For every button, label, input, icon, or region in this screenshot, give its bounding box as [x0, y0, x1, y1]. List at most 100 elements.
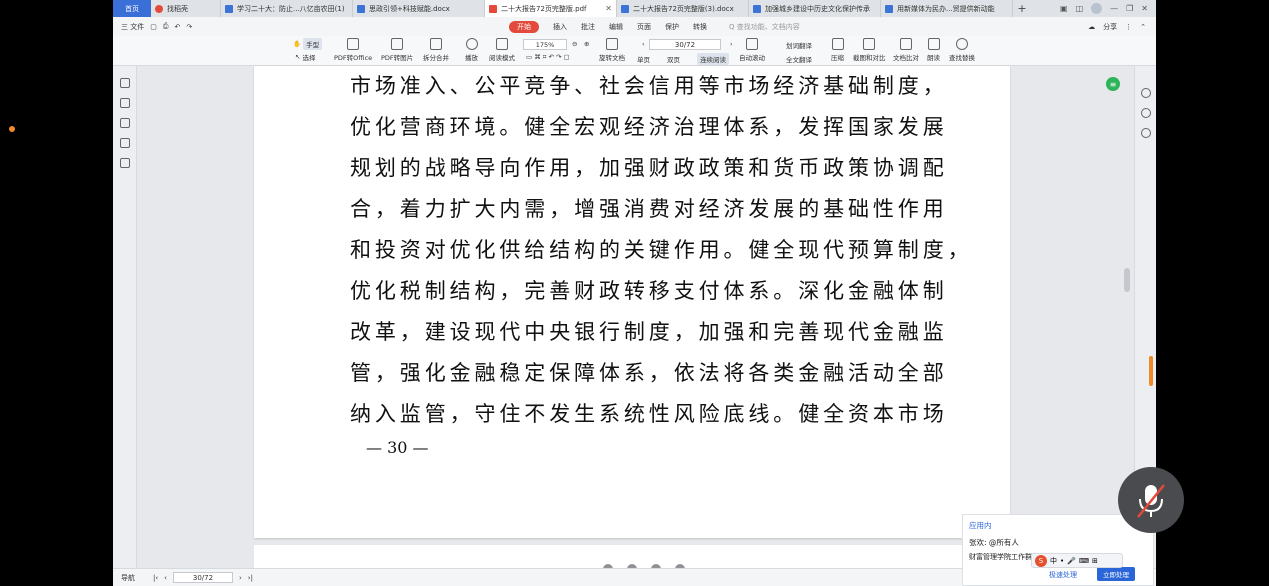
first-page-icon[interactable]: |‹: [153, 574, 158, 582]
grid-icon[interactable]: ⊞: [1092, 557, 1098, 565]
pdf-page: 市场准入、公平竞争、社会信用等市场经济基础制度， 优化营商环境。健全宏观经济治理…: [254, 66, 1010, 538]
tab-find-docer[interactable]: 找稻壳: [151, 0, 221, 17]
wps-icon: [155, 4, 163, 13]
restore-icon[interactable]: ❐: [1126, 4, 1133, 13]
page-input[interactable]: 30/72: [649, 39, 721, 50]
undo-icon[interactable]: ↶: [174, 23, 180, 31]
screenshot-compare-button[interactable]: 截图和对比: [853, 38, 886, 62]
tab-pdf-active[interactable]: 二十大报告72页完整版.pdf ✕: [485, 0, 617, 17]
prev-page-icon[interactable]: ‹: [639, 39, 648, 49]
word-translate-button[interactable]: 划词翻译: [783, 39, 815, 51]
attachment-icon[interactable]: [120, 138, 130, 148]
close-icon[interactable]: ✕: [605, 4, 612, 13]
compress-button[interactable]: 压缩: [831, 38, 844, 62]
doc-compare-button[interactable]: 文档比对: [893, 38, 919, 62]
tab-doc-2[interactable]: 思政引领+科技赋能.docx: [353, 0, 485, 17]
mic-muted-button[interactable]: [1118, 467, 1184, 533]
share-button[interactable]: 分享: [1103, 22, 1117, 32]
view-icon[interactable]: ◫: [1076, 4, 1084, 13]
read-mode-button[interactable]: 阅读模式: [489, 38, 515, 62]
full-translate-button[interactable]: 全文翻译: [783, 53, 815, 65]
hand-icon: ✋: [293, 40, 302, 48]
speaker-icon: [927, 38, 940, 50]
file-menu[interactable]: 三 文件: [121, 22, 144, 32]
menu-edit[interactable]: 编辑: [609, 22, 623, 32]
pdf-to-image-button[interactable]: PDF转图片: [381, 38, 413, 62]
doc-icon: [753, 4, 761, 13]
close-window-icon[interactable]: ✕: [1141, 4, 1148, 13]
status-page-input[interactable]: 30/72: [172, 572, 233, 583]
wps-pdf-window: 首页 找稻壳 学习二十大：防止...八亿亩农田(1) 思政引领+科技赋能.doc…: [113, 0, 1156, 586]
menu-convert[interactable]: 转换: [693, 22, 707, 32]
search-input[interactable]: Q 查找功能、文档内容: [729, 22, 800, 32]
tab-doc-3[interactable]: 二十大报告72页完整版(3).docx: [617, 0, 749, 17]
split-merge-button[interactable]: 拆分合并: [423, 38, 449, 62]
handle-now-button[interactable]: 立即处理: [1097, 567, 1135, 581]
layout-icon[interactable]: ▣: [1060, 4, 1068, 13]
quick-handle-link[interactable]: 极速处理: [1049, 570, 1077, 580]
menu-annotate[interactable]: 批注: [581, 22, 595, 32]
read-aloud-button[interactable]: 朗读: [927, 38, 940, 62]
punct-icon[interactable]: •: [1060, 557, 1064, 565]
zoom-in-icon[interactable]: ⊕: [581, 39, 592, 49]
nav-button[interactable]: 导航: [121, 573, 135, 583]
last-page-icon[interactable]: ›|: [248, 574, 253, 582]
prev-page-icon[interactable]: ‹: [164, 574, 167, 582]
select-tool-button[interactable]: ↖ 选择: [295, 52, 315, 62]
tab-home[interactable]: 首页: [113, 0, 151, 17]
sogou-icon[interactable]: S: [1035, 554, 1047, 567]
minimize-icon[interactable]: —: [1110, 4, 1118, 13]
tab-doc-4[interactable]: 加强城乡建设中历史文化保护传承: [749, 0, 881, 17]
menu-page[interactable]: 页面: [637, 22, 651, 32]
convert-icon: [347, 38, 360, 50]
assistant-icon[interactable]: ≡: [1106, 77, 1120, 91]
print-icon[interactable]: ⎙: [163, 22, 169, 31]
scrollbar-thumb[interactable]: [1124, 268, 1130, 292]
menu-protect[interactable]: 保护: [665, 22, 679, 32]
annotation-tools[interactable]: ▭ ⌘ ⌗ ↶ ↷ ▢: [523, 52, 573, 63]
hand-tool-button[interactable]: ✋ 手型: [293, 38, 323, 50]
filter-icon[interactable]: [1141, 128, 1151, 138]
tab-doc-5[interactable]: 用新媒体为民办...贸提供新动能: [881, 0, 1013, 17]
save-icon[interactable]: ▢: [150, 23, 157, 31]
next-page-icon[interactable]: ›: [727, 39, 736, 49]
rotate-button[interactable]: 旋转文档: [599, 38, 625, 62]
thumbnail-icon[interactable]: [120, 98, 130, 108]
settings-icon[interactable]: [1141, 108, 1151, 118]
doc-icon: [357, 4, 365, 13]
search-icon: [956, 38, 968, 50]
keyboard-icon[interactable]: ⌨: [1079, 557, 1089, 565]
mic-small-icon[interactable]: 🎤: [1067, 557, 1076, 565]
mic-off-icon: [1137, 484, 1165, 518]
zoom-out-icon[interactable]: ⊖: [569, 39, 580, 49]
find-replace-button[interactable]: 查找替换: [949, 38, 975, 62]
pdf-to-office-button[interactable]: PDF转Office: [334, 38, 372, 62]
doc-icon: [225, 4, 233, 13]
continuous-read-button[interactable]: 连续阅读: [697, 53, 729, 65]
left-sidebar: [113, 66, 137, 568]
bookmark-icon[interactable]: [120, 78, 130, 88]
stamp-icon[interactable]: [120, 158, 130, 168]
next-page-icon[interactable]: ›: [239, 574, 242, 582]
text-line: 管，强化金融稳定保障体系，依法将各类金融活动全部: [350, 361, 948, 385]
add-tab-button[interactable]: +: [1013, 0, 1031, 17]
cloud-icon[interactable]: ☁: [1088, 23, 1095, 31]
double-page-button[interactable]: 双页: [664, 53, 683, 65]
redo-icon[interactable]: ↷: [186, 23, 192, 31]
menu-home[interactable]: 开始: [509, 20, 539, 33]
zoom-select[interactable]: 175%: [523, 39, 567, 50]
text-line: 优化税制结构，完善财政转移支付体系。深化金融体制: [350, 279, 948, 303]
more-icon[interactable]: ⋮: [1125, 23, 1132, 31]
auto-scroll-button[interactable]: 自动滚动: [739, 38, 765, 62]
comment-icon[interactable]: [120, 118, 130, 128]
tab-doc-1[interactable]: 学习二十大：防止...八亿亩农田(1): [221, 0, 353, 17]
single-page-button[interactable]: 单页: [634, 53, 653, 65]
menu-insert[interactable]: 插入: [553, 22, 567, 32]
collapse-icon[interactable]: ⌃: [1140, 23, 1146, 31]
avatar[interactable]: [1091, 3, 1103, 14]
play-button[interactable]: 播放: [465, 38, 478, 62]
ribbon-toolbar: ✋ 手型 ↖ 选择 PDF转Office PDF转图片 拆分合并 播放 阅读模式…: [113, 36, 1156, 66]
scroll-indicator: [1149, 356, 1153, 386]
zoom-icon[interactable]: [1141, 88, 1151, 98]
ime-mode[interactable]: 中: [1050, 556, 1057, 566]
